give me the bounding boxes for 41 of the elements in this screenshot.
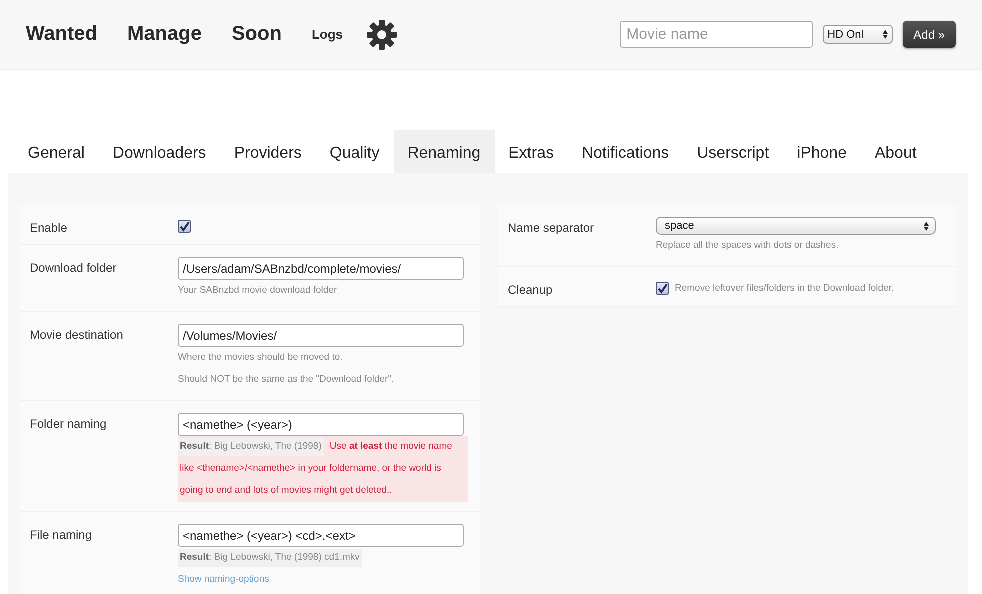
settings-tab[interactable]: Downloaders	[98, 130, 220, 173]
settings-tab[interactable]: Renaming	[394, 130, 495, 173]
search-field[interactable]: Movie name	[620, 21, 813, 48]
help-text: Where the movies should be moved to.	[178, 351, 344, 365]
nav-link[interactable]: Logs	[312, 27, 344, 42]
nav-link[interactable]: Manage	[127, 23, 202, 46]
help-text: Your SABnzbd movie download folder	[178, 284, 338, 298]
help-text: Should NOT be the same as the "Download folder".	[178, 373, 396, 387]
settings-tab[interactable]: General	[14, 130, 99, 173]
settings-tab[interactable]: Providers	[220, 130, 316, 173]
setting-label: Download folder	[30, 260, 118, 277]
text-field[interactable]: <namethe> (<year>)	[178, 413, 464, 436]
checkbox[interactable]	[656, 282, 669, 295]
text-field[interactable]: /Volumes/Movies/	[178, 324, 464, 347]
add-button[interactable]: Add »	[902, 21, 956, 48]
text-field[interactable]: /Users/adam/SABnzbd/complete/movies/	[178, 257, 464, 280]
checkbox[interactable]	[178, 220, 191, 233]
stepper-arrows-icon	[882, 30, 888, 39]
settings-icon[interactable]	[367, 20, 398, 50]
result-text: Result: Big Lebowski, The (1998)	[178, 438, 324, 456]
settings-tab[interactable]: About	[860, 130, 931, 173]
setting-label: File naming	[30, 527, 94, 544]
result-text: Result: Big Lebowski, The (1998) cd1.mkv	[178, 549, 362, 567]
separator-select[interactable]: space	[656, 217, 936, 235]
setting-label: Folder naming	[30, 416, 108, 433]
settings-tab[interactable]: iPhone	[783, 130, 861, 173]
settings-tab[interactable]: Extras	[494, 130, 568, 173]
nav-link[interactable]: Wanted	[26, 23, 98, 46]
settings-tab[interactable]: Quality	[316, 130, 394, 173]
settings-tab[interactable]: Userscript	[683, 130, 784, 173]
text-field[interactable]: <namethe> (<year>) <cd>.<ext>	[178, 524, 464, 547]
stepper-arrows-icon	[924, 222, 929, 230]
setting-label: Cleanup	[508, 282, 554, 297]
help-text: Replace all the spaces with dots or dashes.	[656, 239, 840, 253]
setting-label: Movie destination	[30, 327, 124, 344]
settings-tab[interactable]: Notifications	[568, 130, 684, 173]
help-text: Remove leftover files/folders in the Download folder.	[675, 283, 894, 295]
quality-select[interactable]: HD Onl	[822, 25, 893, 44]
setting-label: Name separator	[508, 220, 596, 237]
setting-label: Enable	[30, 220, 68, 235]
nav-link[interactable]: Soon	[232, 23, 282, 46]
